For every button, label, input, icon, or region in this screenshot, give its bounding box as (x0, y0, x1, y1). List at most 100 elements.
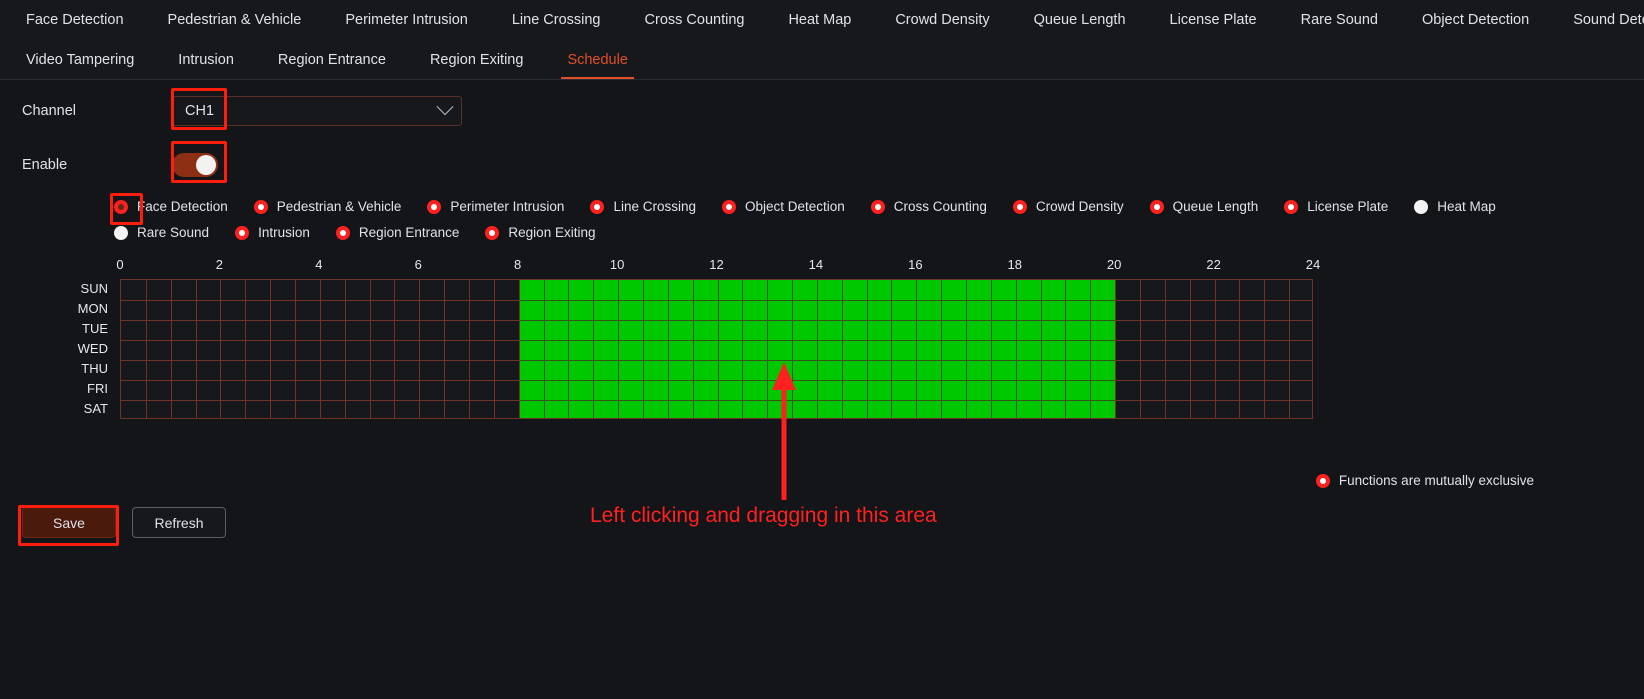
nav-item-label: Region Exiting (429, 51, 524, 68)
nav-item-queue-length[interactable]: Queue Length (1012, 0, 1148, 41)
legend-radio-icon (1315, 473, 1330, 488)
settings-form: Channel CH1 Enable Face Detection Pedestr… (0, 88, 1644, 419)
time-tick-label: 6 (414, 257, 422, 272)
toggle-knob (196, 155, 216, 175)
grid-hline-filled (518, 320, 1116, 321)
function-radio-label: Region Exiting (508, 225, 596, 240)
function-radio-label: Pedestrian & Vehicle (276, 199, 402, 214)
radio-button-icon (590, 199, 605, 214)
nav-item-crowd-density[interactable]: Crowd Density (873, 0, 1011, 41)
time-tick-label: 4 (315, 257, 323, 272)
refresh-button[interactable]: Refresh (132, 507, 226, 538)
radio-button-icon (335, 225, 350, 240)
nav-item-intrusion[interactable]: Intrusion (156, 41, 256, 79)
function-radio-label: License Plate (1307, 199, 1389, 214)
function-radio-label: Crowd Density (1035, 199, 1124, 214)
nav-item-license-plate[interactable]: License Plate (1148, 0, 1279, 41)
time-tick-label: 24 (1305, 257, 1321, 272)
day-label-mon: MON (77, 301, 108, 316)
time-tick-label: 22 (1206, 257, 1221, 272)
time-tick-label: 14 (808, 257, 824, 272)
day-label-sat: SAT (83, 401, 108, 416)
function-radio-label: Queue Length (1172, 199, 1259, 214)
main-navigation: Face Detection Pedestrian & Vehicle Perime… (0, 0, 1644, 80)
nav-row-primary: Face Detection Pedestrian & Vehicle Perime… (0, 0, 1644, 41)
schedule-grid[interactable] (120, 279, 1313, 419)
nav-item-label: Pedestrian & Vehicle (167, 12, 302, 29)
nav-item-label: Face Detection (26, 12, 124, 29)
radio-button-icon (114, 225, 128, 240)
nav-item-schedule[interactable]: Schedule (545, 41, 649, 79)
nav-row-secondary: Video Tampering Intrusion Region Entrance R… (0, 41, 1644, 79)
nav-item-label: Region Entrance (277, 51, 386, 68)
channel-select[interactable]: CH1 (172, 96, 462, 126)
mutual-exclusive-legend: Functions are mutually exclusive (1315, 473, 1534, 488)
function-radio-face-detection[interactable]: Face Detection (114, 199, 228, 214)
save-button[interactable]: Save (22, 507, 116, 538)
nav-item-face-detection[interactable]: Face Detection (4, 0, 146, 41)
nav-item-video-tampering[interactable]: Video Tampering (4, 41, 156, 79)
grid-hline-filled (518, 400, 1116, 401)
nav-item-object-detection[interactable]: Object Detection (1400, 0, 1551, 41)
radio-button-icon (1012, 199, 1027, 214)
schedule-time-axis: 0 2 4 6 8 10 12 14 16 18 20 22 24 (116, 257, 1320, 279)
function-radio-object-detection[interactable]: Object Detection (721, 199, 845, 214)
radio-button-icon (485, 225, 500, 240)
day-label-tue: TUE (82, 321, 108, 336)
nav-item-rare-sound[interactable]: Rare Sound (1279, 0, 1400, 41)
grid-hline-filled (518, 380, 1116, 381)
function-radio-group: Face Detection Pedestrian & Vehicle Perime… (0, 196, 1644, 243)
radio-button-icon (1149, 199, 1164, 214)
nav-item-label: Heat Map (788, 12, 852, 29)
annotation-caption: Left clicking and dragging in this area (590, 504, 937, 527)
function-radio-line-crossing[interactable]: Line Crossing (590, 199, 696, 214)
radio-button-icon (427, 199, 442, 214)
enable-toggle[interactable] (172, 153, 218, 177)
function-radio-row-2: Rare Sound Intrusion Region Entrance Region… (114, 222, 1644, 243)
radio-button-icon (870, 199, 885, 214)
time-tick-label: 16 (908, 257, 923, 272)
nav-item-region-exiting[interactable]: Region Exiting (408, 41, 546, 79)
function-radio-cross-counting[interactable]: Cross Counting (870, 199, 987, 214)
time-tick-label: 10 (609, 257, 625, 272)
function-radio-region-entrance[interactable]: Region Entrance (335, 225, 459, 240)
day-label-thu: THU (81, 361, 108, 376)
nav-item-label: Video Tampering (26, 51, 135, 68)
function-radio-queue-length[interactable]: Queue Length (1149, 199, 1259, 214)
nav-item-region-entrance[interactable]: Region Entrance (256, 41, 408, 79)
channel-selected-value: CH1 (185, 103, 215, 119)
nav-item-heat-map[interactable]: Heat Map (766, 0, 873, 41)
nav-item-perimeter-intrusion[interactable]: Perimeter Intrusion (323, 0, 490, 41)
action-buttons: Save Refresh (22, 507, 226, 538)
nav-item-pedestrian-vehicle[interactable]: Pedestrian & Vehicle (146, 0, 324, 41)
day-label-wed: WED (77, 341, 108, 356)
function-radio-license-plate[interactable]: License Plate (1284, 199, 1388, 214)
legend-label: Functions are mutually exclusive (1338, 473, 1534, 488)
day-label-sun: SUN (80, 281, 108, 296)
function-radio-heat-map[interactable]: Heat Map (1414, 199, 1496, 214)
function-radio-pedestrian-vehicle[interactable]: Pedestrian & Vehicle (253, 199, 402, 214)
function-radio-intrusion[interactable]: Intrusion (235, 225, 310, 240)
nav-item-label: Queue Length (1033, 12, 1126, 29)
channel-row: Channel CH1 (0, 88, 1644, 134)
time-tick-label: 2 (215, 257, 224, 272)
function-radio-label: Heat Map (1437, 199, 1496, 214)
grid-hline-filled (518, 340, 1116, 341)
nav-item-line-crossing[interactable]: Line Crossing (490, 0, 623, 41)
function-radio-rare-sound[interactable]: Rare Sound (114, 225, 209, 240)
time-tick-label: 8 (514, 257, 522, 272)
nav-item-cross-counting[interactable]: Cross Counting (623, 0, 767, 41)
radio-button-icon (114, 199, 128, 214)
enable-row: Enable (0, 142, 1644, 188)
function-radio-perimeter-intrusion[interactable]: Perimeter Intrusion (427, 199, 564, 214)
time-tick-label: 0 (116, 257, 124, 272)
radio-button-icon (235, 225, 250, 240)
function-radio-region-exiting[interactable]: Region Exiting (485, 225, 595, 240)
nav-active-underline (561, 77, 634, 79)
nav-item-label: Perimeter Intrusion (345, 12, 468, 29)
day-label-column: SUN MON TUE WED THU FRI SAT (22, 279, 120, 419)
function-radio-crowd-density[interactable]: Crowd Density (1012, 199, 1124, 214)
enable-label: Enable (22, 157, 68, 173)
nav-item-sound-detection[interactable]: Sound Detection (1551, 0, 1644, 41)
nav-item-label: Object Detection (1421, 12, 1530, 29)
